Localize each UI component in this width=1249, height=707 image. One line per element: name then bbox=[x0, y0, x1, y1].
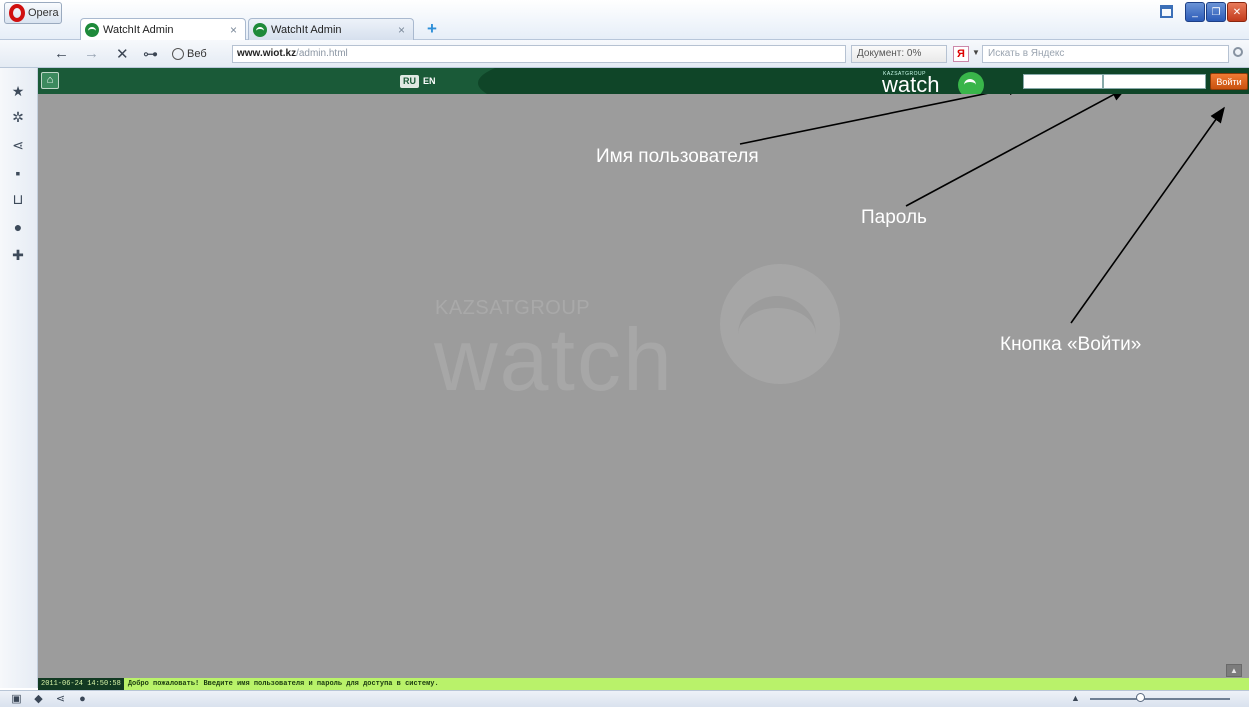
arrow-login bbox=[1070, 106, 1225, 324]
annotation-password: Пароль bbox=[861, 207, 927, 228]
globe-icon bbox=[172, 48, 184, 60]
zoom-slider-handle[interactable] bbox=[1136, 693, 1145, 702]
main-content: KAZSATGROUP watch Имя пользователя Парол… bbox=[38, 94, 1249, 678]
restore-button[interactable]: ❐ bbox=[1206, 2, 1226, 22]
app-header: ⌂ RU EN KAZSATGROUP watch Войти bbox=[38, 68, 1249, 94]
watchit-favicon-icon bbox=[253, 22, 267, 37]
search-icon[interactable] bbox=[1233, 47, 1243, 57]
zoom-slider[interactable] bbox=[1090, 698, 1230, 700]
tab-title: WatchIt Admin bbox=[103, 23, 174, 36]
status-line: 2011-06-24 14:50:58 Добро пожаловать! Вве… bbox=[38, 678, 1249, 690]
watchit-logo-icon bbox=[958, 72, 984, 94]
chevron-down-icon[interactable]: ▼ bbox=[972, 48, 980, 57]
yandex-logo-icon[interactable]: Я bbox=[953, 46, 969, 62]
plus-icon[interactable]: ✚ bbox=[9, 246, 27, 264]
opera-logo-icon bbox=[9, 4, 25, 22]
side-panel: ★ ✲ ⋖ ▪ ⊔ ● ✚ bbox=[0, 68, 38, 688]
arrow-username bbox=[739, 94, 1025, 145]
tab-close-icon[interactable]: × bbox=[230, 23, 237, 37]
speed-dial-icon[interactable]: ● bbox=[76, 693, 89, 706]
status-timestamp: 2011-06-24 14:50:58 bbox=[38, 678, 124, 690]
document-progress: Документ: 0% bbox=[851, 45, 947, 63]
title-bar: Opera WatchIt Admin × WatchIt Admin × + … bbox=[0, 0, 1249, 40]
share-icon[interactable]: ⋖ bbox=[9, 136, 27, 154]
header-brand-logo: watch bbox=[882, 72, 940, 95]
watchit-favicon-icon bbox=[85, 22, 99, 37]
address-input[interactable]: www.wiot.kz/admin.html bbox=[232, 45, 846, 63]
new-tab-button[interactable]: + bbox=[427, 19, 437, 39]
address-path: /admin.html bbox=[296, 48, 348, 59]
login-button[interactable]: Войти bbox=[1210, 73, 1248, 90]
clock-icon[interactable]: ● bbox=[9, 218, 27, 236]
status-message: Добро пожаловать! Введите имя пользовате… bbox=[127, 680, 439, 688]
tab-watchit-admin-1[interactable]: WatchIt Admin × bbox=[80, 18, 246, 40]
web-label: Веб bbox=[187, 48, 207, 60]
browser-bottom-bar: ▣ ◆ ⋖ ● ▲ bbox=[0, 690, 1249, 707]
gear-icon[interactable]: ✲ bbox=[9, 108, 27, 126]
panel-toggle-icon[interactable]: ▣ bbox=[10, 693, 23, 706]
username-input[interactable] bbox=[1023, 74, 1103, 89]
star-icon[interactable]: ★ bbox=[9, 82, 27, 100]
back-button[interactable]: ← bbox=[54, 45, 69, 62]
lang-ru-button[interactable]: RU bbox=[400, 75, 419, 88]
arrow-password bbox=[905, 94, 1128, 207]
window-controls: _ ❐ ✕ bbox=[1185, 2, 1247, 22]
opera-menu-label: Opera bbox=[28, 7, 59, 19]
annotation-arrows bbox=[739, 94, 1225, 324]
notes-icon[interactable]: ▪ bbox=[9, 164, 27, 182]
zoom-caret-icon[interactable]: ▲ bbox=[1071, 693, 1080, 703]
key-icon[interactable]: ⊶ bbox=[143, 45, 158, 63]
lang-en-button[interactable]: EN bbox=[423, 75, 436, 88]
share-icon[interactable]: ⋖ bbox=[54, 693, 67, 706]
annotation-login-button: Кнопка «Войти» bbox=[1000, 334, 1142, 355]
tab-title: WatchIt Admin bbox=[271, 23, 342, 36]
web-chip[interactable]: Веб bbox=[172, 45, 207, 63]
trash-icon[interactable] bbox=[1160, 5, 1173, 18]
tab-close-icon[interactable]: × bbox=[398, 23, 405, 37]
address-domain: www.wiot.kz bbox=[237, 48, 297, 59]
forward-button[interactable]: → bbox=[84, 45, 99, 62]
opera-menu-button[interactable]: Opera bbox=[4, 2, 62, 24]
unite-icon[interactable]: ◆ bbox=[32, 693, 45, 706]
search-input[interactable]: Искать в Яндекс bbox=[982, 45, 1229, 63]
password-input[interactable] bbox=[1103, 74, 1206, 89]
navigation-bar: ← → ✕ ⊶ Веб www.wiot.kz/admin.html Докум… bbox=[0, 40, 1249, 68]
stop-button[interactable]: ✕ bbox=[116, 45, 129, 63]
home-button[interactable]: ⌂ bbox=[41, 72, 59, 89]
minimize-button[interactable]: _ bbox=[1185, 2, 1205, 22]
tab-watchit-admin-2[interactable]: WatchIt Admin × bbox=[248, 18, 414, 40]
scroll-up-button[interactable]: ▲ bbox=[1226, 664, 1242, 677]
annotation-username: Имя пользователя bbox=[596, 146, 759, 167]
close-window-button[interactable]: ✕ bbox=[1227, 2, 1247, 22]
mail-icon[interactable]: ⊔ bbox=[9, 190, 27, 208]
